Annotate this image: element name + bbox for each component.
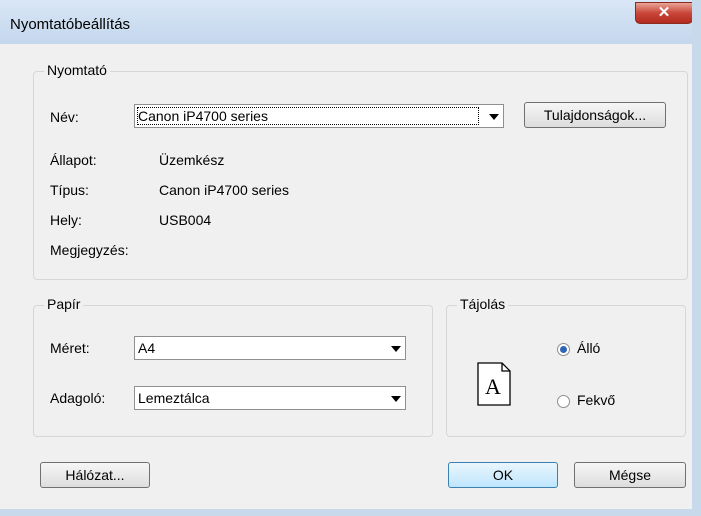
paper-group-legend: Papír [44,296,84,312]
paper-source-select[interactable]: Lemeztálca [134,386,406,410]
printer-name-select[interactable]: Canon iP4700 series [134,104,504,128]
portrait-page-icon: A [477,362,511,406]
print-setup-dialog: Nyomtatóbeállítás ✕ Nyomtató Név: Canon … [0,0,701,516]
title-bar[interactable]: Nyomtatóbeállítás ✕ [0,0,701,44]
portrait-label[interactable]: Álló [577,340,600,356]
close-button[interactable]: ✕ [635,2,693,24]
location-label: Hely: [50,212,82,228]
network-button[interactable]: Hálózat... [40,462,150,488]
cancel-button[interactable]: Mégse [574,462,686,488]
focus-rectangle [137,107,479,125]
location-value: USB004 [159,212,212,228]
portrait-radio[interactable] [557,343,570,356]
comment-label: Megjegyzés: [50,242,129,258]
type-label: Típus: [50,182,89,198]
window-title: Nyomtatóbeállítás [10,16,131,33]
window-frame-right [692,0,701,516]
window-frame-bottom [0,509,701,516]
printer-name-label: Név: [50,109,79,125]
orientation-group-legend: Tájolás [457,296,509,312]
printer-group-legend: Nyomtató [44,62,110,78]
ok-button[interactable]: OK [448,462,558,488]
chevron-down-icon [489,114,499,120]
landscape-radio[interactable] [557,395,570,408]
chevron-down-icon [391,396,401,402]
size-label: Méret: [50,340,90,356]
paper-size-value: A4 [138,340,156,356]
paper-source-value: Lemeztálca [138,390,210,406]
status-value: Üzemkész [159,152,225,168]
landscape-label[interactable]: Fekvő [577,392,615,408]
source-label: Adagoló: [50,390,106,406]
status-label: Állapot: [50,152,97,168]
dialog-body: Nyomtató Név: Canon iP4700 series Tulajd… [10,44,692,509]
type-value: Canon iP4700 series [159,182,289,198]
paper-size-select[interactable]: A4 [134,336,406,360]
close-icon: ✕ [657,4,671,21]
properties-button[interactable]: Tulajdonságok... [524,102,666,128]
printer-group: Nyomtató Név: Canon iP4700 series Tulajd… [33,62,688,280]
paper-group: Papír Méret: A4 Adagoló: Lemeztálca [33,296,433,437]
orientation-group: Tájolás A Álló Fekvő [446,296,686,437]
page-icon-letter: A [485,374,501,399]
chevron-down-icon [391,346,401,352]
